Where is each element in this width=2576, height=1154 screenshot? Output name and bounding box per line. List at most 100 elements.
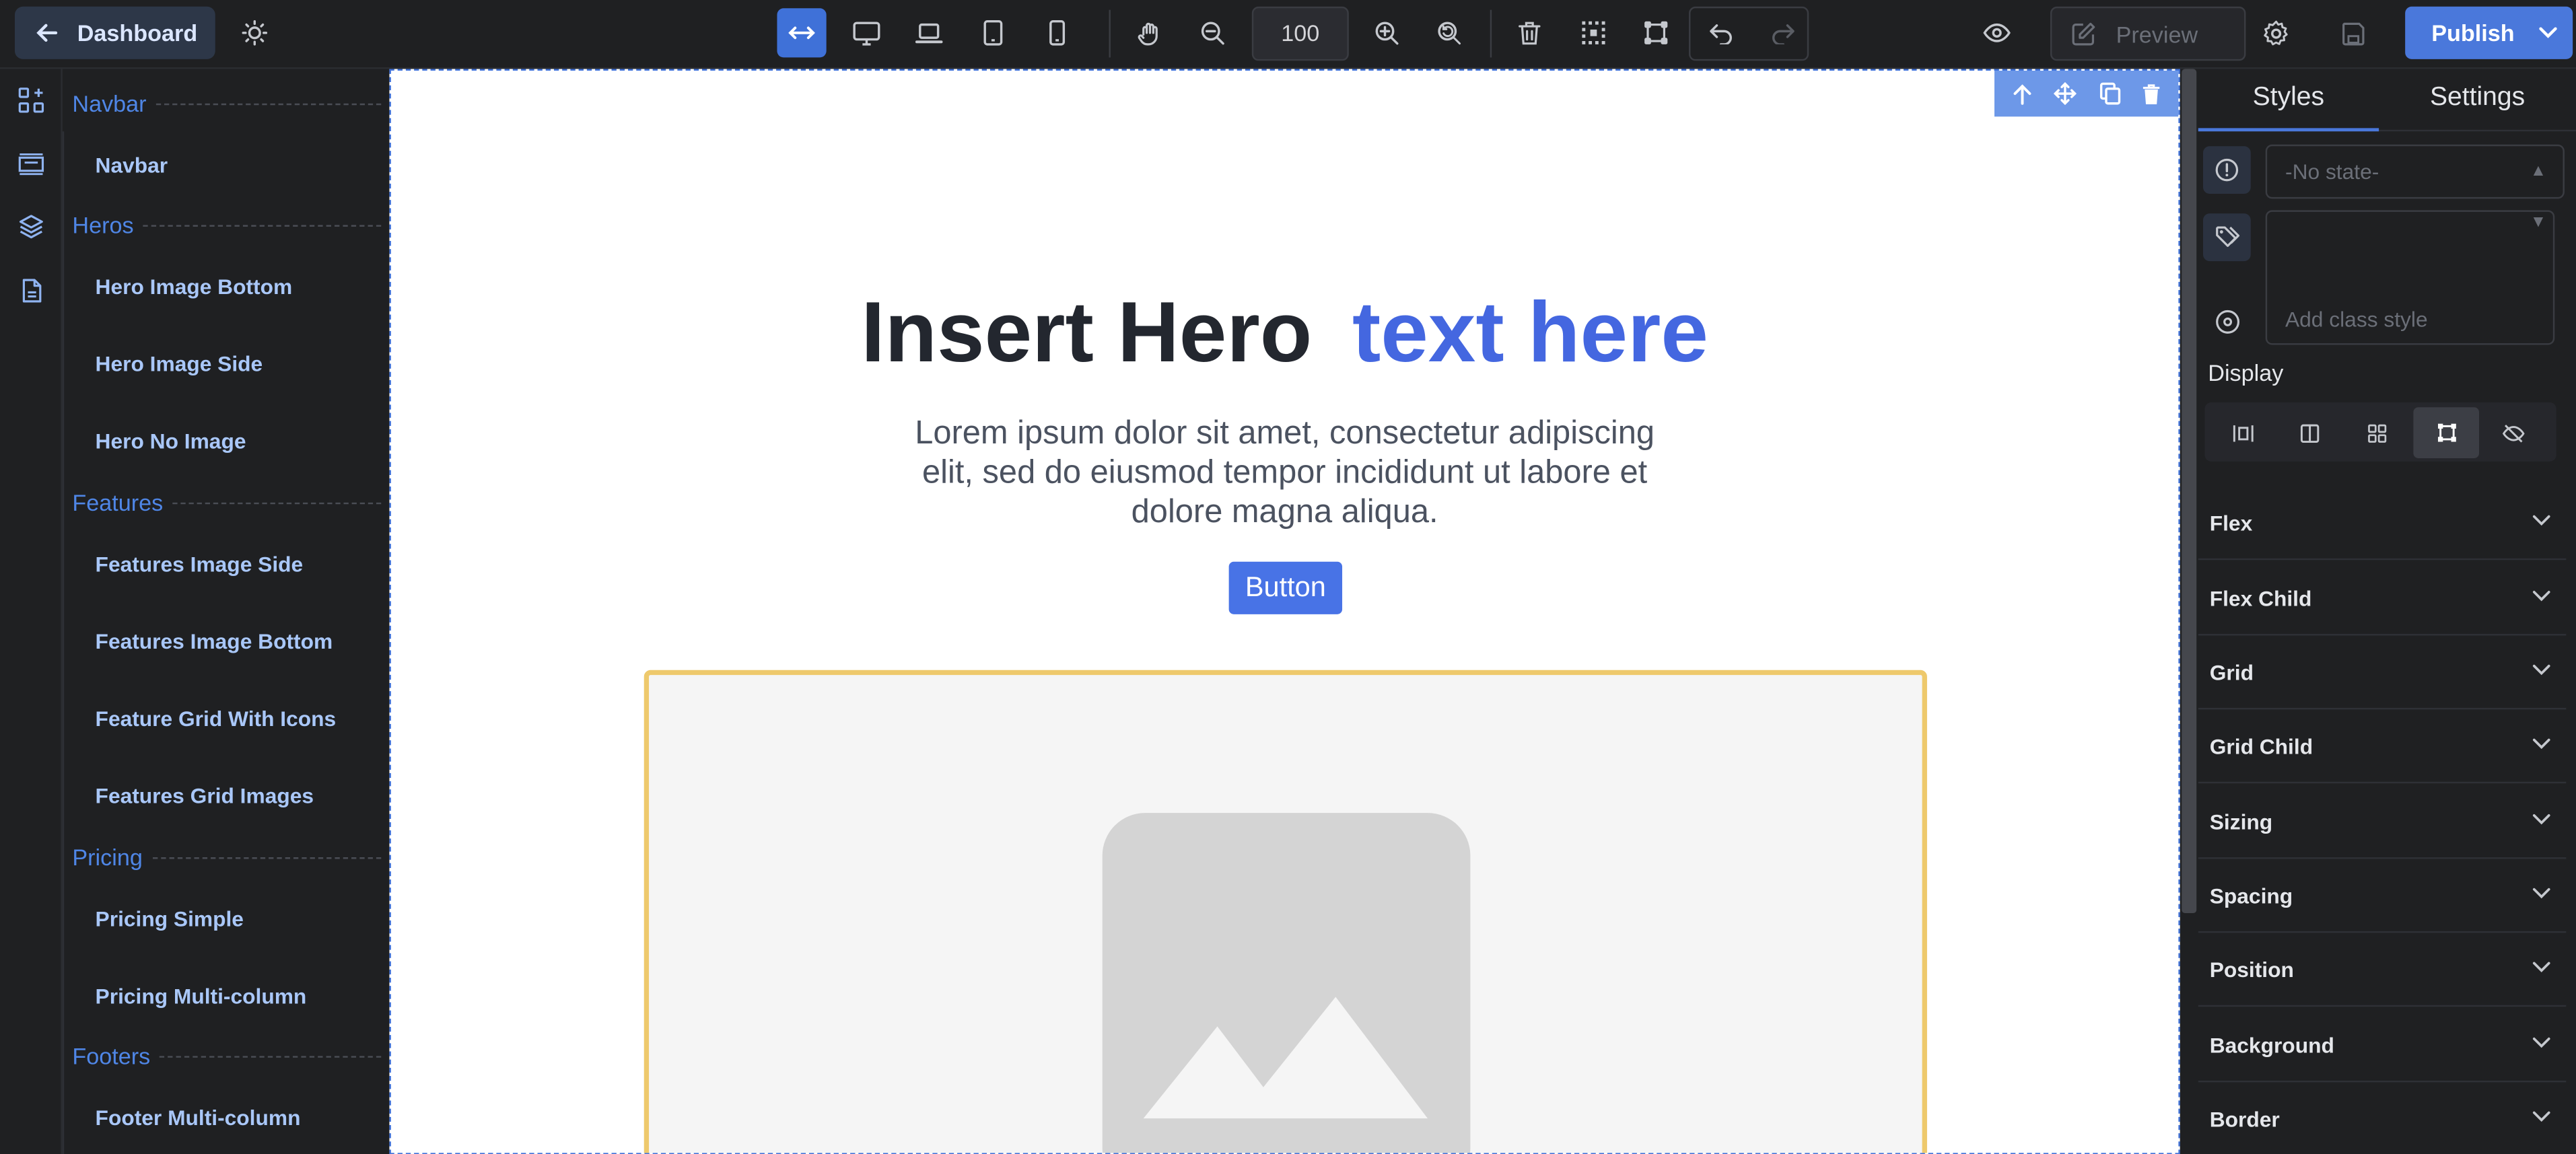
layers-tab[interactable]: [15, 210, 48, 243]
desktop-view-button[interactable]: [841, 8, 891, 57]
display-none-button[interactable]: [2480, 407, 2546, 458]
blocks-tab[interactable]: [15, 83, 48, 116]
left-rail: [0, 69, 63, 1154]
desktop-icon: [852, 21, 880, 45]
hero-image-frame[interactable]: [643, 670, 1927, 1153]
settings-button[interactable]: [2251, 8, 2300, 57]
arrow-left-icon: [36, 24, 58, 42]
block-item-pricing-simple[interactable]: Pricing Simple: [96, 906, 244, 931]
section-grid-child[interactable]: Grid Child: [2198, 709, 2567, 784]
section-label: Border: [2209, 1107, 2280, 1132]
block-item-features-image-side[interactable]: Features Image Side: [96, 552, 304, 577]
info-circle-icon: [2215, 309, 2239, 333]
zoom-out-button[interactable]: [1188, 8, 1237, 57]
dashboard-button[interactable]: Dashboard: [14, 6, 215, 59]
category-label: Footers: [72, 1042, 151, 1069]
section-label: Spacing: [2209, 883, 2293, 908]
hero-subtitle[interactable]: Lorem ipsum dolor sit amet, consectetur …: [887, 414, 1682, 532]
hero-title-accent: text here: [1352, 285, 1709, 382]
section-grid[interactable]: Grid: [2198, 636, 2567, 710]
chevron-down-icon[interactable]: [2538, 26, 2557, 40]
display-flex-button[interactable]: [2277, 407, 2343, 458]
section-flex[interactable]: Flex: [2198, 486, 2567, 561]
display-inline-icon: [2437, 423, 2456, 442]
tab-styles[interactable]: Styles: [2198, 69, 2379, 132]
save-icon: [2341, 22, 2364, 45]
block-item-hero-image-bottom[interactable]: Hero Image Bottom: [96, 275, 293, 299]
display-inline-button[interactable]: [2413, 407, 2480, 458]
fit-width-button[interactable]: [777, 8, 827, 58]
section-flex-child[interactable]: Flex Child: [2198, 562, 2567, 636]
hero-button[interactable]: Button: [1228, 561, 1343, 614]
editor-canvas[interactable]: Insert Hero text here Lorem ipsum dolor …: [389, 69, 2180, 1154]
class-info-button[interactable]: [2203, 297, 2251, 345]
section-label: Grid Child: [2209, 733, 2313, 759]
gear-icon: [2263, 20, 2287, 45]
copy-icon[interactable]: [2099, 82, 2121, 105]
canvas-scrollbar-thumb[interactable]: [2182, 69, 2197, 914]
section-label: Position: [2209, 957, 2294, 982]
tablet-view-button[interactable]: [968, 8, 1017, 57]
block-item-features-image-bottom[interactable]: Features Image Bottom: [96, 629, 333, 654]
block-item-features-grid-images[interactable]: Features Grid Images: [96, 783, 314, 808]
zoom-in-icon: [1375, 22, 1399, 45]
zoom-input[interactable]: 100: [1251, 6, 1349, 61]
display-block-icon: [2232, 424, 2253, 441]
block-item-feature-grid-with-icons[interactable]: Feature Grid With Icons: [96, 706, 337, 731]
block-item-hero-no-image[interactable]: Hero No Image: [96, 429, 246, 454]
class-tag-button[interactable]: [2202, 213, 2251, 262]
display-flex-icon: [2300, 423, 2320, 442]
section-spacing[interactable]: Spacing: [2198, 859, 2567, 933]
delete-button[interactable]: [1505, 8, 1554, 57]
pages-tab[interactable]: [15, 275, 48, 308]
section-background[interactable]: Background: [2198, 1009, 2567, 1083]
panel-tabs: Styles Settings: [2198, 69, 2576, 132]
section-position[interactable]: Position: [2198, 933, 2567, 1007]
class-style-placeholder: Add class style: [2285, 307, 2428, 332]
zoom-in-button[interactable]: [1362, 8, 1411, 57]
tab-settings[interactable]: Settings: [2379, 69, 2576, 132]
laptop-view-button[interactable]: [903, 8, 952, 57]
hero-title[interactable]: Insert Hero text here: [391, 284, 2178, 382]
tags-icon: [2215, 226, 2239, 247]
state-button[interactable]: [2202, 146, 2251, 194]
class-style-input[interactable]: Add class style: [2265, 210, 2555, 345]
block-item-pricing-multi-column[interactable]: Pricing Multi-column: [96, 984, 307, 1009]
preview-button[interactable]: Preview: [2050, 6, 2246, 61]
display-grid-icon: [2368, 423, 2387, 442]
block-item-footer-multi-column[interactable]: Footer Multi-column: [96, 1106, 301, 1130]
section-border[interactable]: Border: [2198, 1082, 2567, 1154]
chevron-down-icon: [2532, 962, 2550, 973]
fit-width-icon: [788, 26, 815, 40]
category-label: Features: [72, 489, 164, 516]
select-parent-icon[interactable]: [2012, 83, 2031, 104]
state-select-value: -No state-: [2285, 159, 2379, 184]
delete-icon[interactable]: [2143, 83, 2161, 104]
sun-icon: [242, 20, 268, 46]
preview-label: Preview: [2116, 20, 2198, 47]
frame-button[interactable]: [1632, 8, 1681, 57]
pan-button[interactable]: [1125, 8, 1175, 57]
visibility-button[interactable]: [1972, 8, 2021, 57]
block-item-navbar[interactable]: Navbar: [96, 153, 168, 178]
mobile-view-button[interactable]: [1032, 8, 1081, 57]
theme-toggle-button[interactable]: [230, 8, 279, 57]
tablet-icon: [983, 20, 1002, 46]
zoom-reset-button[interactable]: [1424, 8, 1473, 57]
category-label: Heros: [72, 211, 134, 238]
section-sizing[interactable]: Sizing: [2198, 785, 2567, 859]
save-button[interactable]: [2328, 8, 2377, 57]
redo-button[interactable]: [1758, 8, 1807, 57]
publish-button[interactable]: Publish: [2405, 6, 2573, 59]
undo-button[interactable]: [1696, 8, 1745, 57]
state-select[interactable]: -No state- ▲ ▼: [2265, 144, 2565, 231]
move-icon[interactable]: [2054, 82, 2077, 106]
display-grid-button[interactable]: [2344, 407, 2410, 458]
block-item-hero-image-side[interactable]: Hero Image Side: [96, 351, 263, 376]
category-navbar: Navbar: [72, 90, 382, 116]
display-block-button[interactable]: [2210, 407, 2276, 458]
components-tab[interactable]: [15, 148, 48, 181]
category-features: Features: [72, 489, 382, 516]
grid-select-button[interactable]: [1569, 8, 1618, 57]
display-toggle-group: [2204, 402, 2556, 462]
